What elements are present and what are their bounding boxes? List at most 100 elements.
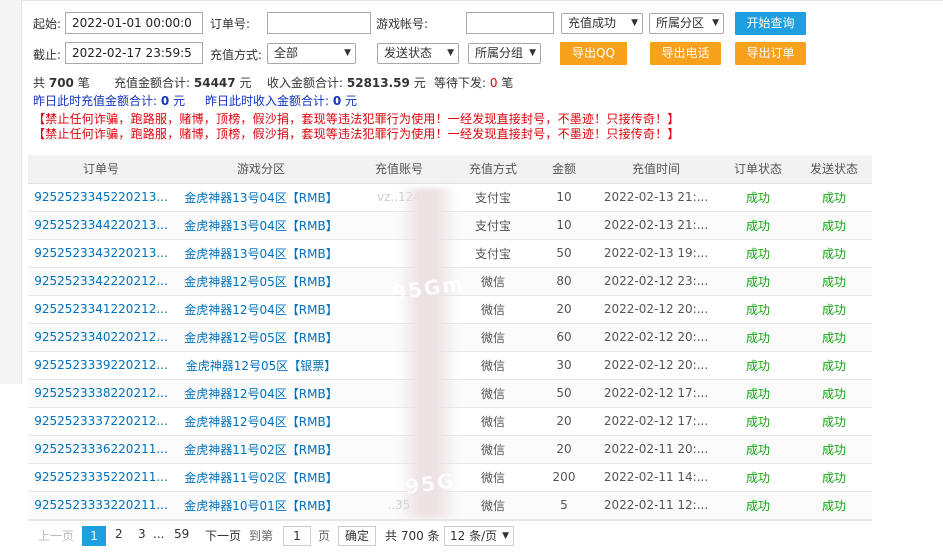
- recharge-sum-label: 充值金额合计:: [114, 76, 191, 90]
- amount-cell: 20: [536, 435, 592, 464]
- start-date-input[interactable]: 2022-01-01 00:00:0: [65, 12, 203, 34]
- goto-confirm-button[interactable]: 确定: [338, 526, 376, 546]
- time-cell: 2022-02-12 20:...: [592, 295, 720, 324]
- order-id-cell[interactable]: 9252523345220213...: [28, 183, 174, 212]
- zone-cell[interactable]: 金虎神器12号05区【银票】: [174, 351, 348, 380]
- amount-cell: 50: [536, 239, 592, 268]
- amount-cell: 20: [536, 407, 592, 436]
- method-select[interactable]: 全部 ▼: [267, 43, 356, 64]
- send-status-cell: 成功: [796, 491, 872, 520]
- page-size-value: 12 条/页: [450, 529, 498, 543]
- send-status-select[interactable]: 发送状态 ▼: [377, 43, 459, 64]
- column-header[interactable]: 充值账号: [348, 155, 450, 184]
- column-header[interactable]: 游戏分区: [174, 155, 348, 184]
- zone-cell[interactable]: 金虎神器13号04区【RMB】: [174, 239, 348, 268]
- method-cell: 微信: [450, 491, 536, 520]
- page-unit-label: 页: [318, 529, 331, 543]
- export-qq-button[interactable]: 导出QQ: [560, 42, 627, 65]
- yesterday-recharge-label: 昨日此时充值金额合计:: [33, 94, 158, 108]
- group-select[interactable]: 所属分组 ▼: [468, 43, 541, 64]
- total-count-stat: 共 700 笔: [33, 74, 90, 91]
- page-size-select[interactable]: 12 条/页 ▼: [444, 526, 514, 546]
- recharge-status-value: 充值成功: [568, 16, 617, 30]
- amount-cell: 30: [536, 351, 592, 380]
- time-cell: 2022-02-12 23:...: [592, 267, 720, 296]
- yesterday-income-value: 0: [332, 94, 342, 108]
- zone-cell[interactable]: 金虎神器13号04区【RMB】: [174, 183, 348, 212]
- zone-select[interactable]: 所属分区 ▼: [649, 13, 724, 34]
- recharge-status-select[interactable]: 充值成功 ▼: [561, 13, 643, 34]
- zone-cell[interactable]: 金虎神器12号05区【RMB】: [174, 267, 348, 296]
- next-page-button[interactable]: 下一页: [205, 527, 241, 544]
- order-status-cell: 成功: [720, 463, 796, 492]
- page-3-button[interactable]: 3: [138, 527, 146, 541]
- chevron-down-icon: ▼: [712, 18, 719, 28]
- column-header[interactable]: 金额: [536, 155, 592, 184]
- column-header[interactable]: 订单状态: [720, 155, 796, 184]
- order-status-cell: 成功: [720, 211, 796, 240]
- zone-cell[interactable]: 金虎神器10号01区【RMB】: [174, 491, 348, 520]
- column-header[interactable]: 充值时间: [592, 155, 720, 184]
- column-header[interactable]: 订单号: [28, 155, 174, 184]
- page-2-button[interactable]: 2: [115, 527, 123, 541]
- prev-page-button[interactable]: 上一页: [38, 527, 74, 544]
- zone-cell[interactable]: 金虎神器11号02区【RMB】: [174, 463, 348, 492]
- zone-cell[interactable]: 金虎神器12号04区【RMB】: [174, 295, 348, 324]
- send-status-cell: 成功: [796, 267, 872, 296]
- zone-cell[interactable]: 金虎神器12号04区【RMB】: [174, 379, 348, 408]
- group-select-value: 所属分组: [475, 46, 524, 60]
- order-status-cell: 成功: [720, 351, 796, 380]
- goto-label: 到第: [249, 529, 274, 543]
- warning-notice: 【禁止任何诈骗，跑路服，赌博，顶榜，假沙捐，套现等违法犯罪行为使用！一经发现直接…: [33, 127, 680, 141]
- order-id-cell[interactable]: 9252523341220212...: [28, 295, 174, 324]
- zone-cell[interactable]: 金虎神器13号04区【RMB】: [174, 211, 348, 240]
- total-count: 700: [48, 76, 74, 90]
- order-id-cell[interactable]: 9252523336220211...: [28, 435, 174, 464]
- currency-unit: 元: [173, 94, 186, 108]
- time-cell: 2022-02-11 14:...: [592, 463, 720, 492]
- page-1-button[interactable]: 1: [82, 526, 106, 546]
- total-records: 共 700 条: [385, 529, 440, 543]
- column-header[interactable]: 发送状态: [796, 155, 872, 184]
- export-orders-button[interactable]: 导出订单: [735, 42, 806, 65]
- send-status-cell: 成功: [796, 407, 872, 436]
- order-status-cell: 成功: [720, 491, 796, 520]
- order-id-cell[interactable]: 9252523343220213...: [28, 239, 174, 268]
- send-status-cell: 成功: [796, 211, 872, 240]
- amount-cell: 5: [536, 491, 592, 520]
- order-status-cell: 成功: [720, 435, 796, 464]
- zone-cell[interactable]: 金虎神器11号02区【RMB】: [174, 435, 348, 464]
- chevron-down-icon: ▼: [502, 531, 509, 541]
- time-cell: 2022-02-12 20:...: [592, 323, 720, 352]
- order-input[interactable]: [267, 12, 371, 34]
- top-divider: [22, 0, 943, 1]
- order-id-cell[interactable]: 9252523339220212...: [28, 351, 174, 380]
- amount-cell: 10: [536, 211, 592, 240]
- end-date-input[interactable]: 2022-02-17 23:59:5: [65, 42, 203, 64]
- method-label: 充值方式:: [210, 48, 263, 62]
- order-status-cell: 成功: [720, 379, 796, 408]
- search-button[interactable]: 开始查询: [735, 12, 806, 35]
- pending-label: 等待下发:: [434, 76, 487, 90]
- recharge-sum-stat: 充值金额合计: 54447 元: [114, 74, 251, 91]
- zone-cell[interactable]: 金虎神器12号05区【RMB】: [174, 323, 348, 352]
- order-id-cell[interactable]: 9252523340220212...: [28, 323, 174, 352]
- order-id-cell[interactable]: 9252523338220212...: [28, 379, 174, 408]
- column-header[interactable]: 充值方式: [450, 155, 536, 184]
- account-input[interactable]: [466, 12, 554, 34]
- order-id-cell[interactable]: 9252523342220212...: [28, 267, 174, 296]
- send-status-cell: 成功: [796, 435, 872, 464]
- goto-page-input[interactable]: 1: [283, 526, 311, 546]
- order-id-cell[interactable]: 9252523337220212...: [28, 407, 174, 436]
- recharge-sum-value: 54447: [193, 76, 236, 90]
- page-59-button[interactable]: 59: [174, 527, 189, 541]
- chevron-down-icon: ▼: [529, 48, 536, 58]
- export-phone-button[interactable]: 导出电话: [650, 42, 721, 65]
- chevron-down-icon: ▼: [344, 48, 351, 58]
- order-id-cell[interactable]: 9252523333220211...: [28, 491, 174, 520]
- pagination: 上一页 1 2 3 ... 59 下一页 到第 1 页 确定 共 700 条 1…: [28, 520, 872, 550]
- left-sidebar: [0, 0, 22, 384]
- order-id-cell[interactable]: 9252523344220213...: [28, 211, 174, 240]
- zone-cell[interactable]: 金虎神器12号04区【RMB】: [174, 407, 348, 436]
- order-id-cell[interactable]: 9252523335220211...: [28, 463, 174, 492]
